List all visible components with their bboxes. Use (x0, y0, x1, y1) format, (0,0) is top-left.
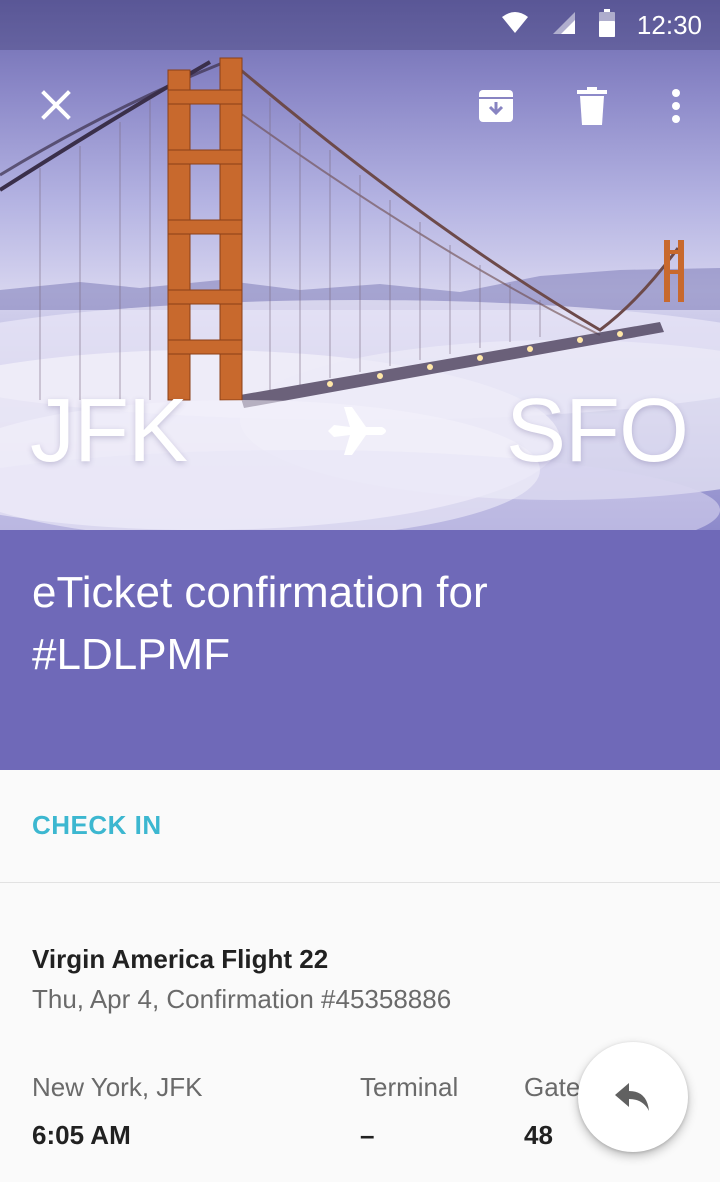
origin-airport-code: JFK (30, 381, 188, 481)
archive-icon (479, 90, 513, 122)
status-time: 12:30 (636, 9, 702, 40)
gate-value: 48 (524, 1120, 553, 1150)
status-bar: 12:30 (0, 0, 720, 50)
action-row: CHECK IN (0, 770, 720, 883)
delete-icon (577, 87, 607, 125)
delete-button[interactable] (564, 78, 620, 134)
reply-button[interactable] (578, 1042, 688, 1152)
destination-airport-code: SFO (505, 381, 689, 481)
reply-icon (615, 1083, 649, 1111)
close-button[interactable] (28, 77, 84, 133)
flight-details: Thu, Apr 4, Confirmation #45358886 (32, 984, 452, 1014)
more-options-button[interactable] (648, 78, 704, 134)
gate-label: Gate (524, 1072, 581, 1102)
terminal-value: – (360, 1120, 375, 1150)
archive-button[interactable] (468, 78, 524, 134)
more-vert-icon (672, 89, 680, 123)
departure-time: 6:05 AM (32, 1120, 131, 1150)
signal-icon (551, 10, 577, 41)
check-in-button[interactable]: CHECK IN (32, 810, 162, 841)
email-subject: eTicket confirmation for #LDLPMF (32, 568, 488, 679)
departure-label: New York, JFK (32, 1072, 203, 1102)
airplane-icon (328, 407, 386, 455)
battery-icon (598, 8, 615, 42)
close-icon (41, 90, 71, 120)
hero-image: 12:30 JFK SFO (0, 0, 720, 530)
terminal-label: Terminal (360, 1072, 459, 1102)
wifi-icon (501, 11, 529, 40)
flight-name: Virgin America Flight 22 (32, 944, 329, 974)
